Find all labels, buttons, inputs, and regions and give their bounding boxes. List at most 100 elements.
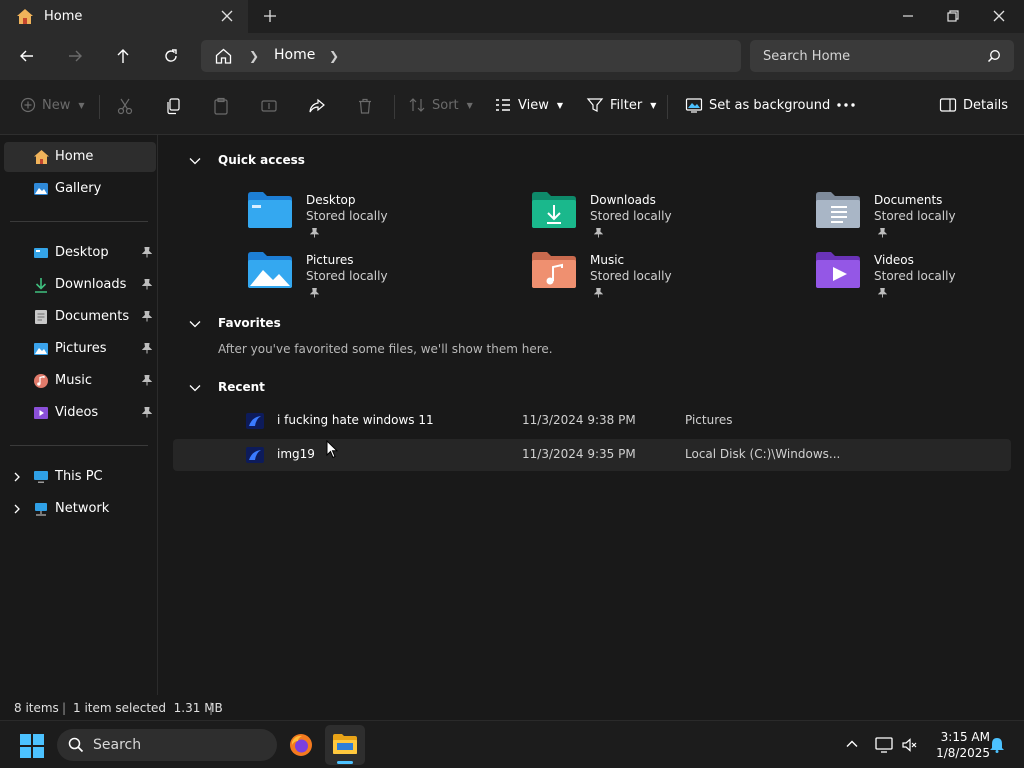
tab-home[interactable]: Home (0, 0, 248, 33)
pin-icon[interactable] (141, 279, 153, 294)
section-title: Favorites (218, 316, 281, 330)
sidebar-item-label: Music (55, 373, 92, 388)
chevron-up-icon[interactable] (845, 737, 859, 755)
favorites-empty-message: After you've favorited some files, we'll… (218, 342, 553, 356)
chevron-down-icon[interactable] (189, 382, 201, 397)
divider (10, 221, 148, 222)
minimize-icon[interactable] (900, 8, 916, 28)
pin-icon (309, 287, 320, 302)
sidebar-item-videos[interactable]: Videos (4, 398, 156, 428)
chevron-down-icon[interactable] (189, 318, 201, 333)
sidebar-item-pictures[interactable]: Pictures (4, 334, 156, 364)
sidebar-item-label: Videos (55, 405, 99, 420)
documents-folder-icon (816, 191, 860, 233)
set-as-background-button[interactable]: Set as background (685, 97, 830, 113)
sidebar-item-desktop[interactable]: Desktop (4, 238, 156, 268)
filter-button[interactable]: Filter ▼ (586, 97, 656, 113)
sidebar-item-home[interactable]: Home (4, 142, 156, 172)
close-tab-icon[interactable] (219, 8, 235, 28)
file-explorer-app[interactable] (325, 725, 365, 765)
display-network-icon[interactable] (875, 737, 893, 757)
folder-status: Stored locally (306, 269, 388, 283)
up-arrow-icon[interactable] (114, 47, 132, 69)
download-icon (33, 277, 49, 297)
recent-file-location: Pictures (685, 413, 733, 427)
firefox-app[interactable] (281, 725, 321, 765)
recent-file-name: i fucking hate windows 11 (277, 413, 434, 427)
recent-file-row[interactable]: i fucking hate windows 11 11/3/2024 9:38… (173, 405, 1011, 437)
folder-status: Stored locally (874, 209, 956, 223)
recent-file-row[interactable]: img19 11/3/2024 9:35 PM Local Disk (C:)\… (173, 439, 1011, 471)
paste-icon[interactable] (212, 97, 230, 115)
quick-access-documents[interactable]: Documents Stored locally (816, 191, 1024, 243)
copy-icon[interactable] (164, 97, 182, 115)
search-box[interactable] (750, 40, 1014, 72)
chevron-right-icon[interactable] (12, 503, 22, 518)
forward-arrow-icon[interactable] (66, 47, 84, 69)
folder-name: Pictures (306, 253, 354, 267)
view-button[interactable]: View ▼ (494, 97, 563, 113)
sidebar-item-gallery[interactable]: Gallery (4, 174, 156, 204)
new-label: New (42, 97, 71, 113)
chevron-right-icon[interactable] (12, 471, 22, 486)
volume-muted-icon[interactable] (902, 737, 918, 757)
sidebar-item-documents[interactable]: Documents (4, 302, 156, 332)
restore-icon[interactable] (945, 8, 961, 28)
folder-name: Videos (874, 253, 914, 267)
cut-icon[interactable] (116, 97, 134, 115)
system-clock[interactable]: 3:15 AM 1/8/2025 (920, 729, 990, 761)
search-input[interactable] (750, 40, 980, 72)
pin-icon (593, 227, 604, 242)
chevron-right-icon[interactable]: ❯ (249, 49, 259, 63)
refresh-icon[interactable] (162, 47, 180, 69)
sidebar-item-downloads[interactable]: Downloads (4, 270, 156, 300)
pin-icon (309, 227, 320, 242)
chevron-down-icon[interactable] (189, 155, 201, 170)
delete-icon[interactable] (356, 97, 374, 115)
taskbar-search-label: Search (93, 737, 142, 753)
new-button[interactable]: New ▼ (20, 97, 85, 113)
status-bar: 8 items | 1 item selected 1.31 MB | (0, 695, 1024, 720)
navigation-pane: Home Gallery Desktop Downloads Documents (0, 135, 158, 695)
downloads-folder-icon (532, 191, 576, 233)
search-icon[interactable] (987, 49, 1001, 67)
breadcrumb-home[interactable]: Home (274, 47, 315, 63)
command-bar: New ▼ Sort ▼ View ▼ Filter ▼ Set as back… (0, 80, 1024, 135)
address-bar[interactable]: ❯ Home ❯ (201, 40, 741, 72)
sidebar-item-music[interactable]: Music (4, 366, 156, 396)
quick-access-desktop[interactable]: Desktop Stored locally (248, 191, 498, 243)
back-arrow-icon[interactable] (18, 47, 36, 69)
quick-access-music[interactable]: Music Stored locally (532, 251, 782, 303)
pin-icon[interactable] (141, 247, 153, 262)
new-tab-icon[interactable] (262, 8, 278, 28)
sidebar-item-this-pc[interactable]: This PC (4, 462, 156, 492)
taskbar-search[interactable]: Search (57, 729, 277, 761)
view-list-icon (496, 99, 510, 111)
sidebar-item-label: Documents (55, 309, 130, 324)
pin-icon[interactable] (141, 375, 153, 390)
chevron-right-icon[interactable]: ❯ (329, 49, 339, 63)
section-title: Quick access (218, 153, 305, 167)
sidebar-item-network[interactable]: Network (4, 494, 156, 524)
more-options-icon[interactable] (836, 97, 856, 113)
windows-start-icon[interactable] (20, 734, 44, 762)
recent-file-date: 11/3/2024 9:35 PM (522, 447, 636, 461)
share-icon[interactable] (308, 97, 326, 115)
folder-status: Stored locally (306, 209, 388, 223)
rename-icon[interactable] (260, 97, 278, 115)
home-icon[interactable] (215, 48, 232, 68)
details-button[interactable]: Details (939, 97, 1008, 113)
document-icon (33, 309, 49, 329)
firefox-icon (289, 733, 313, 761)
pin-icon[interactable] (141, 407, 153, 422)
pin-icon[interactable] (141, 343, 153, 358)
quick-access-downloads[interactable]: Downloads Stored locally (532, 191, 782, 243)
quick-access-pictures[interactable]: Pictures Stored locally (248, 251, 498, 303)
notification-bell-icon[interactable] (989, 737, 1005, 757)
pin-icon[interactable] (141, 311, 153, 326)
mouse-cursor-icon (326, 439, 339, 463)
quick-access-videos[interactable]: Videos Stored locally (816, 251, 1024, 303)
sort-button[interactable]: Sort ▼ (408, 97, 473, 113)
close-window-icon[interactable] (991, 8, 1007, 28)
taskbar: Search 3:15 AM 1/8/2025 (0, 720, 1024, 768)
